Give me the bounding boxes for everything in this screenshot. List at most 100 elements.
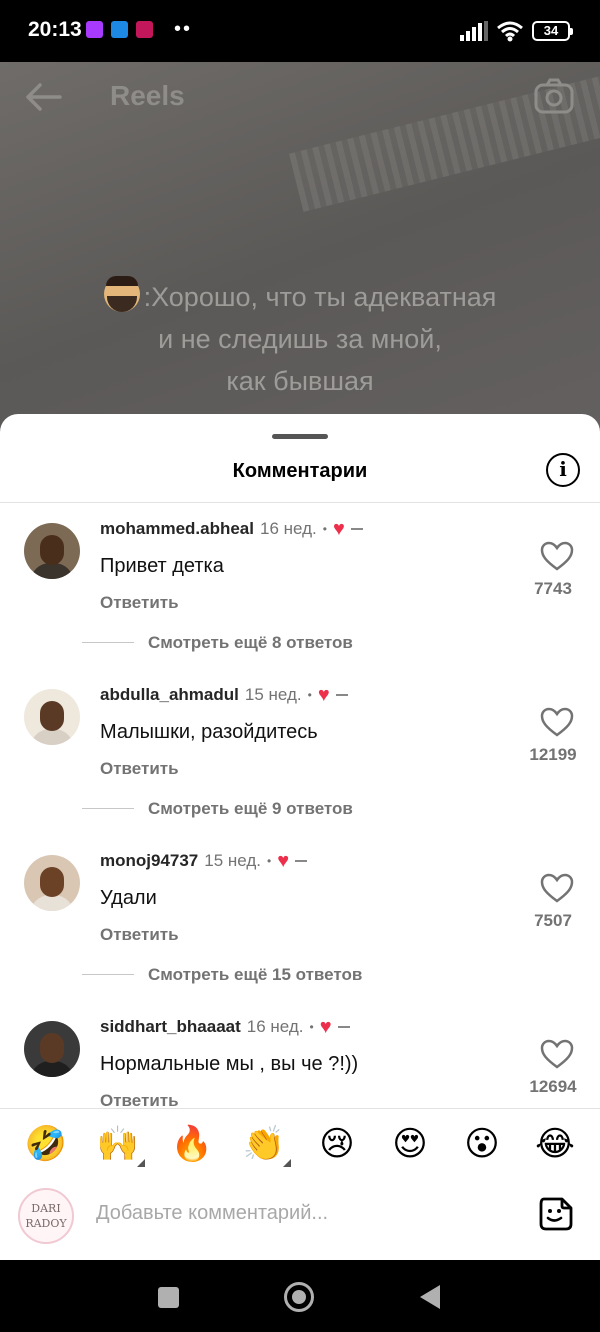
view-more-replies-button[interactable]: Смотреть ещё 8 ответов xyxy=(148,633,353,653)
emoji-fire[interactable]: 🔥 xyxy=(170,1122,214,1166)
reel-video-background[interactable]: Reels :Хорошо, что ты адекватная и не сл… xyxy=(0,62,600,462)
like-heart-icon[interactable] xyxy=(540,1039,574,1069)
sheet-title: Комментарии xyxy=(232,460,368,482)
comment-username[interactable]: monoj94737 xyxy=(100,851,198,871)
comment-time: 16 нед. xyxy=(260,519,317,538)
wifi-icon xyxy=(497,21,523,42)
status-time: 20:13 xyxy=(28,18,82,41)
like-count: 12694 xyxy=(529,1077,577,1096)
comment-time: 15 нед. xyxy=(204,851,262,870)
emoji-tears-of-joy[interactable]: 😂 xyxy=(533,1122,577,1166)
reply-button[interactable]: Ответить xyxy=(100,759,179,779)
like-heart-icon[interactable] xyxy=(540,707,574,737)
avatar-logo-line-2: RADOY xyxy=(25,1217,67,1230)
comment-text: Привет детка xyxy=(100,555,224,577)
like-heart-icon[interactable] xyxy=(540,873,574,903)
creator-liked-heart-icon: ♥ xyxy=(319,1016,332,1038)
bearded-man-emoji-icon xyxy=(103,276,140,312)
sticker-icon[interactable] xyxy=(538,1196,574,1232)
emoji-surprised-face[interactable]: 😮 xyxy=(460,1122,504,1166)
comment-input[interactable] xyxy=(96,1202,496,1225)
status-app-icons xyxy=(86,21,153,38)
battery-icon: 34 xyxy=(532,21,573,41)
like-heart-icon[interactable] xyxy=(540,541,574,571)
view-more-replies-button[interactable]: Смотреть ещё 9 ответов xyxy=(148,799,353,819)
comment-time: 16 нед. xyxy=(246,1017,304,1036)
comment-text: Удали xyxy=(100,887,157,909)
more-replies-line xyxy=(82,642,134,643)
comment-item: mohammed.abheal 16 нед. • ♥ Привет детка… xyxy=(0,503,600,669)
comment-header: siddhart_bhaaaat 16 нед. • ♥ xyxy=(100,1017,350,1037)
reels-title: Reels xyxy=(110,80,185,111)
camera-icon[interactable] xyxy=(534,78,574,114)
comment-input-row: DARI RADOY xyxy=(0,1182,600,1260)
reel-caption: :Хорошо, что ты адекватная и не следишь … xyxy=(0,276,600,402)
comment-text: Нормальные мы , вы че ?!)) xyxy=(100,1053,359,1075)
emoji-crying-face[interactable]: 😢 xyxy=(315,1122,359,1166)
emoji-raised-hands[interactable]: 🙌 xyxy=(96,1122,140,1166)
creator-liked-heart-icon: ♥ xyxy=(277,850,290,872)
back-button[interactable] xyxy=(420,1285,440,1309)
like-count: 7743 xyxy=(534,579,572,598)
vpn-shield-icon xyxy=(111,21,128,38)
comment-header: mohammed.abheal 16 нед. • ♥ xyxy=(100,519,363,539)
avatar[interactable] xyxy=(24,689,80,745)
caption-line-3: как бывшая xyxy=(226,366,374,396)
emoji-quick-bar: 🤣 🙌 🔥 👏 😢 😍 😮 😂 xyxy=(0,1122,600,1172)
separator-dot: • xyxy=(322,522,327,536)
more-replies-line xyxy=(82,808,134,809)
comments-sheet: Комментарии i mohammed.abheal 16 нед. • … xyxy=(0,414,600,1260)
back-arrow-icon[interactable] xyxy=(24,82,62,112)
status-bar: 20:13 •• 34 xyxy=(0,0,600,62)
creator-liked-heart-icon: ♥ xyxy=(317,684,330,706)
separator-dot: • xyxy=(309,1020,314,1034)
ozon-app-icon xyxy=(136,21,153,38)
comment-text: Малышки, разойдитесь xyxy=(100,721,318,743)
divider xyxy=(0,1108,600,1109)
emoji-heart-eyes[interactable]: 😍 xyxy=(388,1122,432,1166)
like-count: 7507 xyxy=(534,911,572,930)
wildberries-app-icon xyxy=(86,21,103,38)
avatar[interactable] xyxy=(24,855,80,911)
skin-tone-indicator-icon xyxy=(283,1159,291,1167)
signal-icon xyxy=(460,21,488,41)
creator-liked-heart-icon: ♥ xyxy=(332,518,345,540)
comments-list[interactable]: mohammed.abheal 16 нед. • ♥ Привет детка… xyxy=(0,503,600,1108)
more-replies-line xyxy=(82,974,134,975)
my-avatar: DARI RADOY xyxy=(18,1188,74,1244)
emoji-rofl[interactable]: 🤣 xyxy=(24,1122,68,1166)
caption-line-1: :Хорошо, что ты адекватная xyxy=(143,282,497,312)
comment-username[interactable]: siddhart_bhaaaat xyxy=(100,1017,241,1037)
creator-avatar-mini xyxy=(337,1026,350,1028)
comment-username[interactable]: mohammed.abheal xyxy=(100,519,254,539)
separator-dot: • xyxy=(267,854,272,868)
reply-button[interactable]: Ответить xyxy=(100,593,179,613)
separator-dot: • xyxy=(307,688,312,702)
like-count: 12199 xyxy=(529,745,577,764)
home-button[interactable] xyxy=(284,1282,314,1312)
view-more-replies-button[interactable]: Смотреть ещё 15 ответов xyxy=(148,965,362,985)
reply-button[interactable]: Ответить xyxy=(100,925,179,945)
system-nav-bar xyxy=(0,1260,600,1332)
comment-item: monoj94737 15 нед. • ♥ Удали Ответить 75… xyxy=(0,835,600,1001)
creator-avatar-mini xyxy=(335,694,348,696)
avatar[interactable] xyxy=(24,1021,80,1077)
emoji-clapping-hands[interactable]: 👏 xyxy=(242,1122,286,1166)
avatar[interactable] xyxy=(24,523,80,579)
recent-apps-button[interactable] xyxy=(158,1287,179,1308)
avatar-logo-line-1: DARI xyxy=(31,1202,61,1215)
comment-item: abdulla_ahmadul 15 нед. • ♥ Малышки, раз… xyxy=(0,669,600,835)
more-notifications-icon: •• xyxy=(174,18,193,40)
comment-item: siddhart_bhaaaat 16 нед. • ♥ Нормальные … xyxy=(0,1001,600,1108)
creator-avatar-mini xyxy=(295,860,308,862)
skin-tone-indicator-icon xyxy=(137,1159,145,1167)
info-button[interactable]: i xyxy=(546,453,580,487)
caption-line-2: и не следишь за мной, xyxy=(158,324,442,354)
comment-username[interactable]: abdulla_ahmadul xyxy=(100,685,239,705)
reply-button[interactable]: Ответить xyxy=(100,1091,179,1108)
comment-header: abdulla_ahmadul 15 нед. • ♥ xyxy=(100,685,348,705)
comment-time: 15 нед. xyxy=(244,685,302,704)
comment-header: monoj94737 15 нед. • ♥ xyxy=(100,850,308,872)
status-indicators: 34 xyxy=(460,20,573,42)
drag-handle[interactable] xyxy=(272,434,328,439)
